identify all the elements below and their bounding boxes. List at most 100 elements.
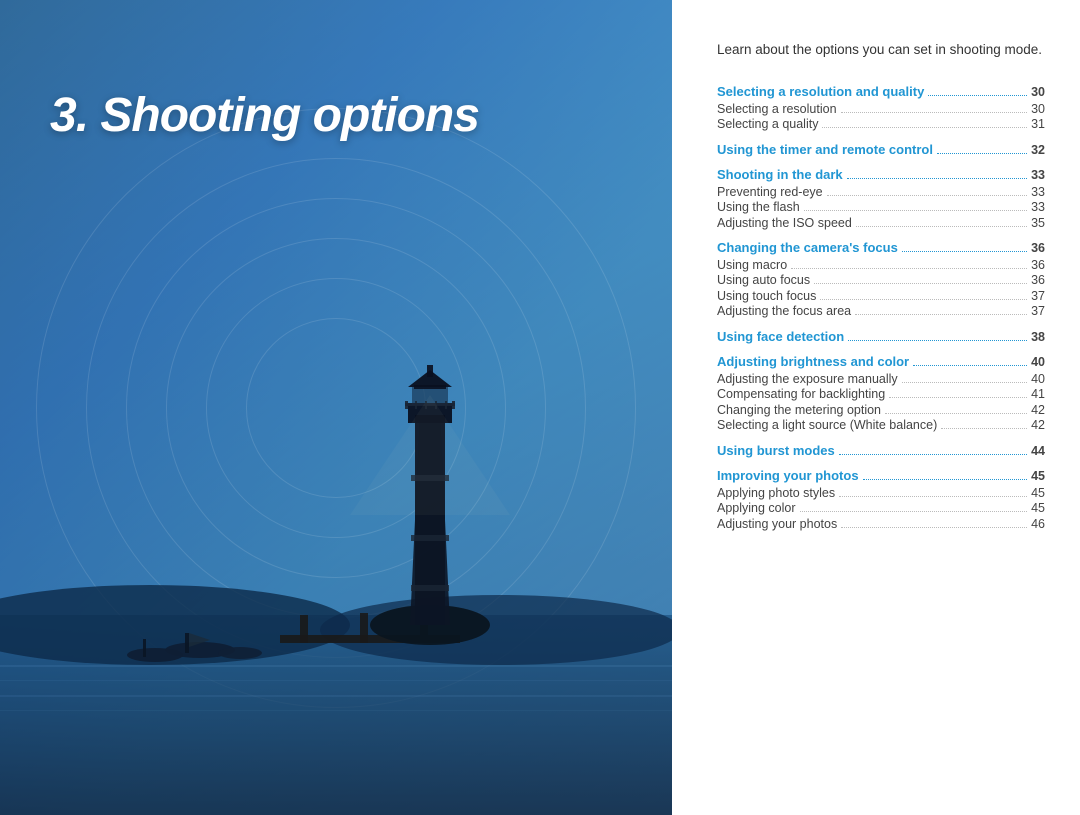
toc-dots <box>827 195 1027 196</box>
toc-dots <box>804 210 1027 211</box>
toc-item: Adjusting the ISO speed 35 <box>717 217 1045 230</box>
toc-section-header: Using the timer and remote control 32 <box>717 143 1045 157</box>
toc-item: Using touch focus 37 <box>717 290 1045 303</box>
toc-item: Selecting a light source (White balance)… <box>717 419 1045 432</box>
toc-item: Using auto focus 36 <box>717 274 1045 287</box>
toc-page-number: 36 <box>1031 242 1045 255</box>
toc-section-header: Shooting in the dark 33 <box>717 168 1045 182</box>
toc-item: Adjusting your photos 46 <box>717 518 1045 531</box>
toc-dots <box>928 95 1027 96</box>
toc-dots <box>885 413 1027 414</box>
toc-label: Using auto focus <box>717 274 810 287</box>
toc-dots <box>913 365 1027 366</box>
toc-dots <box>855 314 1027 315</box>
toc-page-number: 40 <box>1031 356 1045 369</box>
toc-label: Adjusting the exposure manually <box>717 373 898 386</box>
toc-page-number: 33 <box>1031 201 1045 214</box>
right-panel: Learn about the options you can set in s… <box>672 0 1080 815</box>
toc-item: Adjusting the exposure manually 40 <box>717 373 1045 386</box>
toc-page-number: 45 <box>1031 502 1045 515</box>
toc-section-header: Adjusting brightness and color 40 <box>717 355 1045 369</box>
toc-page-number: 30 <box>1031 86 1045 99</box>
toc-label: Changing the metering option <box>717 404 881 417</box>
toc-page-number: 33 <box>1031 169 1045 182</box>
toc-dots <box>820 299 1027 300</box>
chapter-title: 3. Shooting options <box>50 90 479 143</box>
toc-label: Adjusting your photos <box>717 518 837 531</box>
toc-label: Preventing red-eye <box>717 186 823 199</box>
toc-label: Shooting in the dark <box>717 168 843 181</box>
left-panel: 3. Shooting options <box>0 0 672 815</box>
toc-label: Selecting a resolution and quality <box>717 85 924 98</box>
toc-page-number: 37 <box>1031 290 1045 303</box>
toc-label: Applying photo styles <box>717 487 835 500</box>
toc-label: Using burst modes <box>717 444 835 457</box>
toc-dots <box>791 268 1027 269</box>
toc-label: Using the flash <box>717 201 800 214</box>
toc-section-header: Using burst modes 44 <box>717 444 1045 458</box>
toc-section-header: Improving your photos 45 <box>717 469 1045 483</box>
toc-dots <box>800 511 1028 512</box>
toc-dots <box>839 496 1027 497</box>
toc-item: Preventing red-eye33 <box>717 186 1045 199</box>
toc-section-header: Selecting a resolution and quality 30 <box>717 85 1045 99</box>
toc-page-number: 30 <box>1031 103 1045 116</box>
toc-page-number: 36 <box>1031 259 1045 272</box>
toc-label: Selecting a quality <box>717 118 818 131</box>
toc-page-number: 36 <box>1031 274 1045 287</box>
toc-label: Adjusting the focus area <box>717 305 851 318</box>
toc-page-number: 45 <box>1031 470 1045 483</box>
toc-label: Improving your photos <box>717 469 859 482</box>
toc-dots <box>889 397 1027 398</box>
toc-dots <box>841 112 1028 113</box>
toc-item: Compensating for backlighting 41 <box>717 388 1045 401</box>
toc-dots <box>902 382 1027 383</box>
toc-label: Using macro <box>717 259 787 272</box>
toc-label: Changing the camera's focus <box>717 241 898 254</box>
toc-page-number: 42 <box>1031 419 1045 432</box>
toc-item: Using macro 36 <box>717 259 1045 272</box>
toc-page-number: 38 <box>1031 331 1045 344</box>
toc-item: Applying photo styles 45 <box>717 487 1045 500</box>
toc-label: Using touch focus <box>717 290 816 303</box>
toc-dots <box>839 454 1027 455</box>
table-of-contents: Selecting a resolution and quality30Sele… <box>717 85 1045 530</box>
toc-page-number: 46 <box>1031 518 1045 531</box>
toc-page-number: 35 <box>1031 217 1045 230</box>
toc-dots <box>856 226 1027 227</box>
toc-dots <box>902 251 1027 252</box>
chapter-description: Learn about the options you can set in s… <box>717 40 1045 60</box>
toc-item: Selecting a resolution 30 <box>717 103 1045 116</box>
toc-label: Compensating for backlighting <box>717 388 885 401</box>
toc-page-number: 31 <box>1031 118 1045 131</box>
toc-item: Changing the metering option 42 <box>717 404 1045 417</box>
toc-dots <box>941 428 1027 429</box>
toc-item: Using the flash 33 <box>717 201 1045 214</box>
toc-page-number: 41 <box>1031 388 1045 401</box>
toc-page-number: 42 <box>1031 404 1045 417</box>
toc-label: Using face detection <box>717 330 844 343</box>
toc-dots <box>841 527 1027 528</box>
toc-section-header: Changing the camera's focus 36 <box>717 241 1045 255</box>
toc-section-header: Using face detection 38 <box>717 330 1045 344</box>
toc-label: Applying color <box>717 502 796 515</box>
toc-page-number: 40 <box>1031 373 1045 386</box>
toc-label: Adjusting the ISO speed <box>717 217 852 230</box>
toc-label: Adjusting brightness and color <box>717 355 909 368</box>
toc-dots <box>937 153 1027 154</box>
toc-dots <box>863 479 1028 480</box>
toc-dots <box>848 340 1027 341</box>
toc-label: Selecting a resolution <box>717 103 837 116</box>
toc-dots <box>847 178 1027 179</box>
toc-label: Using the timer and remote control <box>717 143 933 156</box>
toc-page-number: 45 <box>1031 487 1045 500</box>
toc-dots <box>822 127 1027 128</box>
toc-page-number: 32 <box>1031 144 1045 157</box>
toc-page-number: 37 <box>1031 305 1045 318</box>
toc-item: Applying color 45 <box>717 502 1045 515</box>
toc-item: Adjusting the focus area 37 <box>717 305 1045 318</box>
toc-item: Selecting a quality 31 <box>717 118 1045 131</box>
toc-label: Selecting a light source (White balance) <box>717 419 937 432</box>
toc-dots <box>814 283 1027 284</box>
toc-page-number: 44 <box>1031 445 1045 458</box>
